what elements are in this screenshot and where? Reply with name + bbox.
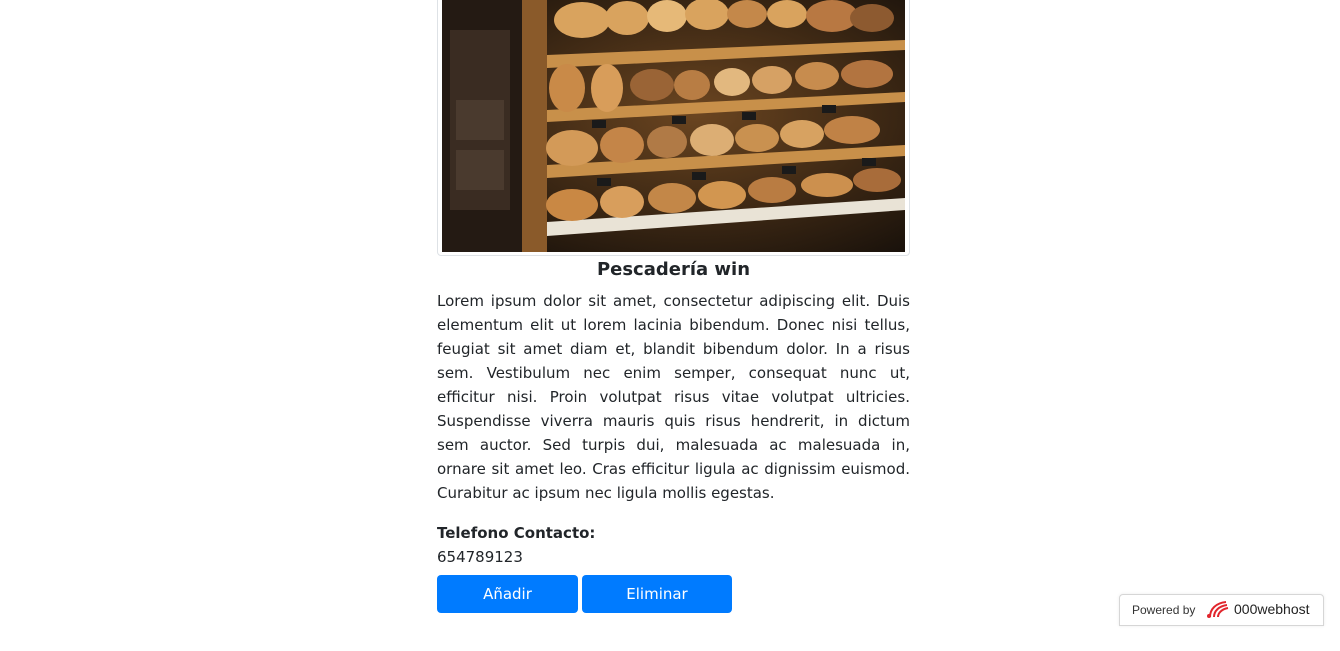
- 000webhost-logo-icon: [1206, 599, 1230, 619]
- listing-image-frame: [437, 0, 910, 256]
- powered-by-badge[interactable]: Powered by 000webhost: [1119, 594, 1324, 626]
- 000webhost-brand: 000webhost: [1234, 601, 1310, 617]
- remove-favorites-button[interactable]: Eliminar Favoritos: [582, 575, 732, 641]
- bakery-bread-image: [442, 0, 905, 252]
- add-favorites-button[interactable]: Añadir Favoritos: [437, 575, 578, 641]
- listing-title: Pescadería win: [596, 259, 751, 280]
- listing-description: Lorem ipsum dolor sit amet, consectetur …: [437, 292, 910, 502]
- powered-by-label: Powered by: [1132, 603, 1196, 617]
- phone-label: Telefono Contacto:: [437, 524, 596, 542]
- phone-number: 654789123: [437, 548, 523, 566]
- listing-image: [442, 0, 905, 252]
